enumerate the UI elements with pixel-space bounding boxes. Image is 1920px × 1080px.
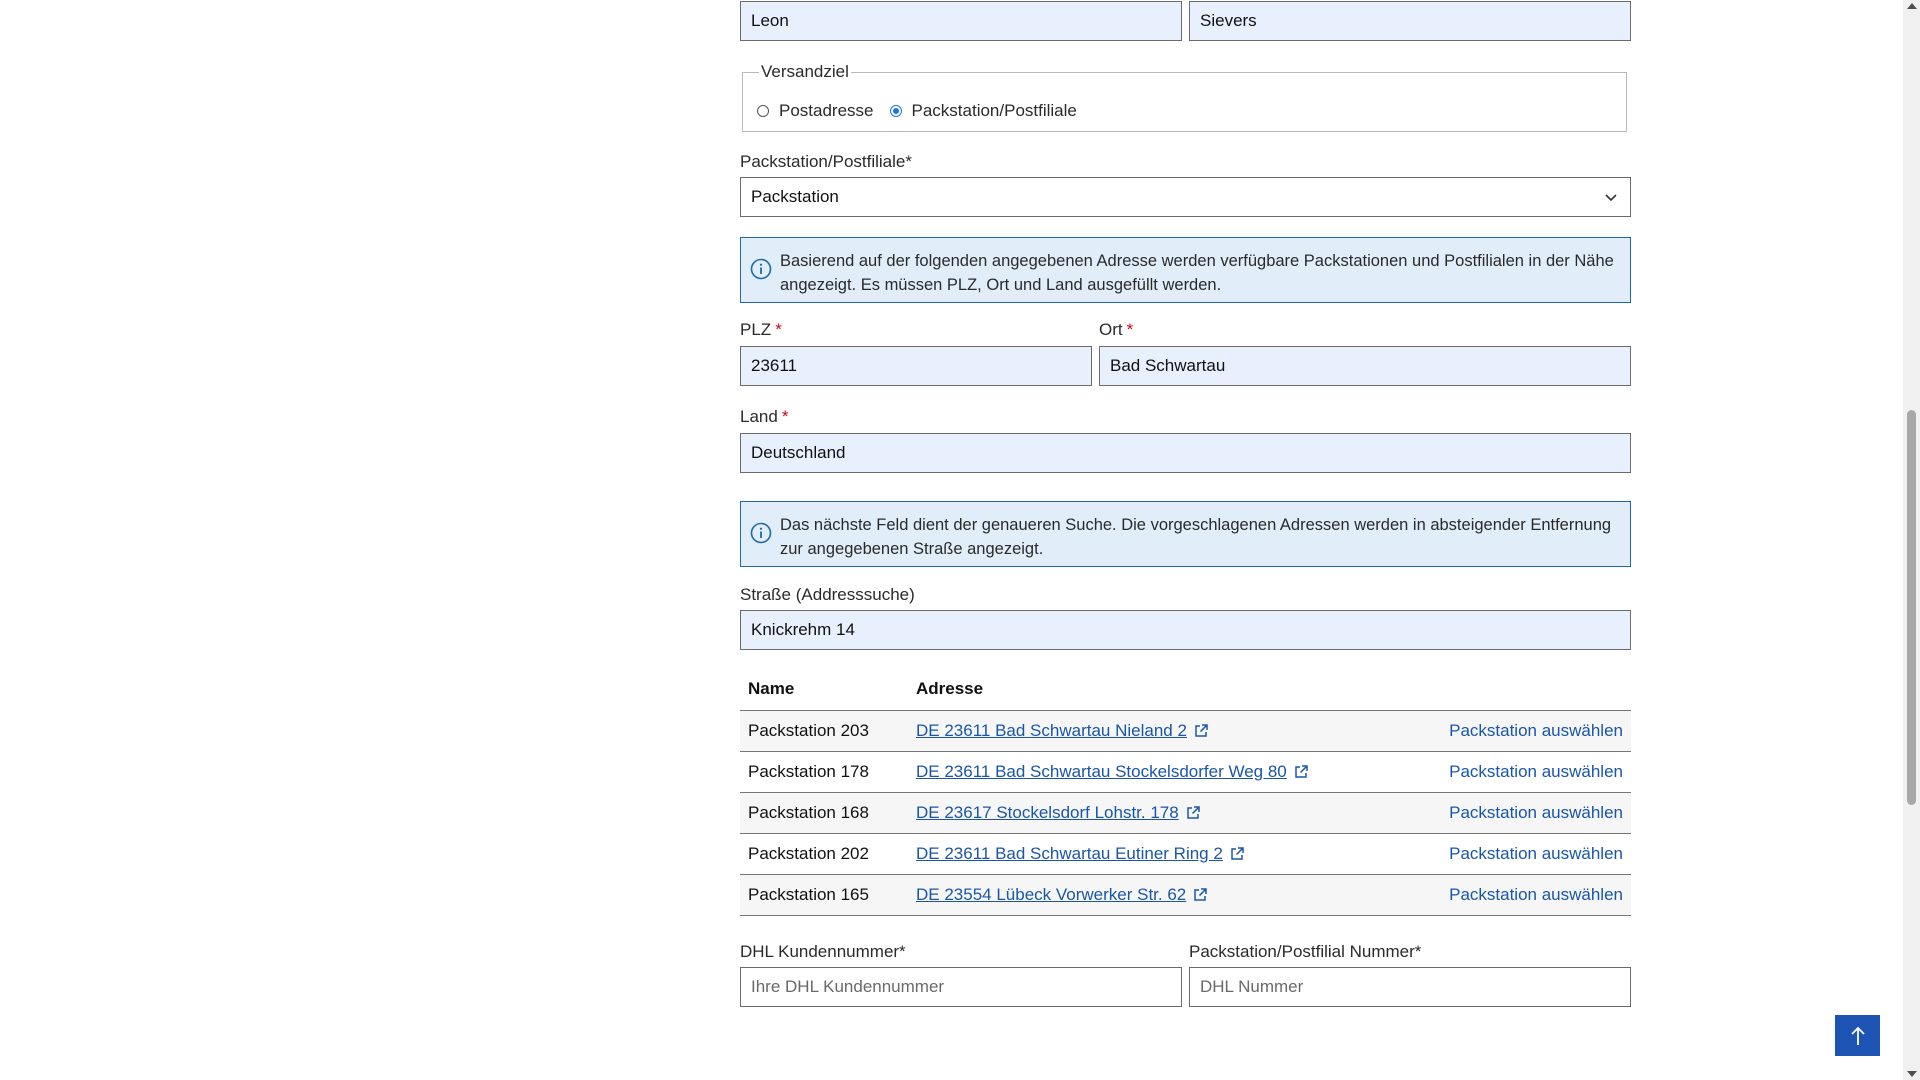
station-name: Packstation 202 [740,833,908,875]
chevron-down-icon [1605,194,1617,202]
land-label: Land * [740,407,789,426]
station-address-cell: DE 23611 Bad Schwartau Eutiner Ring 2 [908,833,1431,875]
external-link-icon[interactable] [1229,846,1245,862]
station-address-link[interactable]: DE 23611 Bad Schwartau Eutiner Ring 2 [916,844,1223,863]
shipping-destination-options: Postadresse Packstation/Postfiliale [757,101,1077,121]
station-name: Packstation 168 [740,792,908,834]
scrollbar-thumb[interactable] [1907,410,1916,805]
station-address-link[interactable]: DE 23611 Bad Schwartau Nieland 2 [916,721,1187,740]
station-type-select[interactable]: Packstation [740,177,1631,217]
plz-label: PLZ * [740,320,782,339]
station-address-cell: DE 23611 Bad Schwartau Nieland 2 [908,710,1431,752]
shipping-destination-group: Versandziel Postadresse Packstation/Post… [742,62,1627,132]
scroll-down-arrow[interactable] [1907,1071,1917,1077]
select-packstation-link[interactable]: Packstation auswählen [1431,833,1631,875]
vertical-scrollbar[interactable] [1903,0,1920,1080]
info-box-search: Das nächste Feld dient der genaueren Suc… [740,501,1631,567]
select-packstation-link[interactable]: Packstation auswählen [1431,710,1631,752]
land-input[interactable]: Deutschland [740,433,1631,473]
info-icon [750,522,772,544]
external-link-icon[interactable] [1193,723,1209,739]
ort-input[interactable]: Bad Schwartau [1099,346,1631,386]
select-packstation-link[interactable]: Packstation auswählen [1431,792,1631,834]
table-row: Packstation 203 DE 23611 Bad Schwartau Ni… [740,710,1631,752]
table-row: Packstation 202 DE 23611 Bad Schwartau Eu… [740,833,1631,875]
station-address-link[interactable]: DE 23611 Bad Schwartau Stockelsdorfer We… [916,762,1287,781]
station-name: Packstation 203 [740,710,908,752]
table-row: Packstation 178 DE 23611 Bad Schwartau St… [740,751,1631,793]
radio-packstation-label[interactable]: Packstation/Postfiliale [912,101,1077,121]
column-header-address: Adresse [908,668,1431,711]
station-name: Packstation 165 [740,874,908,916]
required-mark: * [781,407,789,426]
radio-postadresse[interactable] [757,105,769,117]
plz-input[interactable]: 23611 [740,346,1092,386]
info-text-search: Das nächste Feld dient der genaueren Suc… [780,516,1612,558]
external-link-icon[interactable] [1293,764,1309,780]
scroll-to-top-button[interactable] [1835,1015,1880,1056]
column-header-action [1431,668,1631,711]
radio-postadresse-label[interactable]: Postadresse [779,101,874,121]
first-name-input[interactable]: Leon [740,1,1182,41]
table-row: Packstation 165 DE 23554 Lübeck Vorwerker… [740,874,1631,916]
station-name: Packstation 178 [740,751,908,793]
external-link-icon[interactable] [1192,887,1208,903]
info-text-address: Basierend auf der folgenden angegebenen … [780,252,1614,294]
info-box-address: Basierend auf der folgenden angegebenen … [740,237,1631,303]
station-address-cell: DE 23617 Stockelsdorf Lohstr. 178 [908,792,1431,834]
station-address-cell: DE 23554 Lübeck Vorwerker Str. 62 [908,874,1431,916]
scroll-up-arrow[interactable] [1907,3,1917,9]
dhl-customer-input[interactable]: Ihre DHL Kundennummer [740,967,1182,1007]
street-search-input[interactable]: Knickrehm 14 [740,610,1631,650]
required-mark: * [1126,320,1134,339]
table-row: Packstation 168 DE 23617 Stockelsdorf Loh… [740,792,1631,834]
station-address-link[interactable]: DE 23554 Lübeck Vorwerker Str. 62 [916,885,1186,904]
shipping-destination-legend: Versandziel [759,62,851,82]
required-mark: * [775,320,782,339]
info-icon [750,258,772,280]
dhl-station-number-input[interactable]: DHL Nummer [1189,967,1631,1007]
arrow-up-icon [1850,1026,1865,1045]
select-packstation-link[interactable]: Packstation auswählen [1431,874,1631,916]
station-address-link[interactable]: DE 23617 Stockelsdorf Lohstr. 178 [916,803,1179,822]
table-header-row: Name Adresse [740,668,1631,711]
column-header-name: Name [740,668,908,711]
external-link-icon[interactable] [1185,805,1201,821]
ort-label: Ort * [1099,320,1134,339]
station-address-cell: DE 23611 Bad Schwartau Stockelsdorfer We… [908,751,1431,793]
select-packstation-link[interactable]: Packstation auswählen [1431,751,1631,793]
street-label: Straße (Addresssuche) [740,585,915,604]
dhl-station-number-label: Packstation/Postfilial Nummer* [1189,942,1422,961]
station-type-label: Packstation/Postfiliale* [740,152,912,171]
station-type-value: Packstation [751,187,839,206]
packstation-table: Name Adresse Packstation 203 DE 23611 Bad… [740,668,1631,916]
last-name-input[interactable]: Sievers [1189,1,1631,41]
radio-packstation[interactable] [889,105,902,117]
dhl-customer-label: DHL Kundennummer* [740,942,906,961]
